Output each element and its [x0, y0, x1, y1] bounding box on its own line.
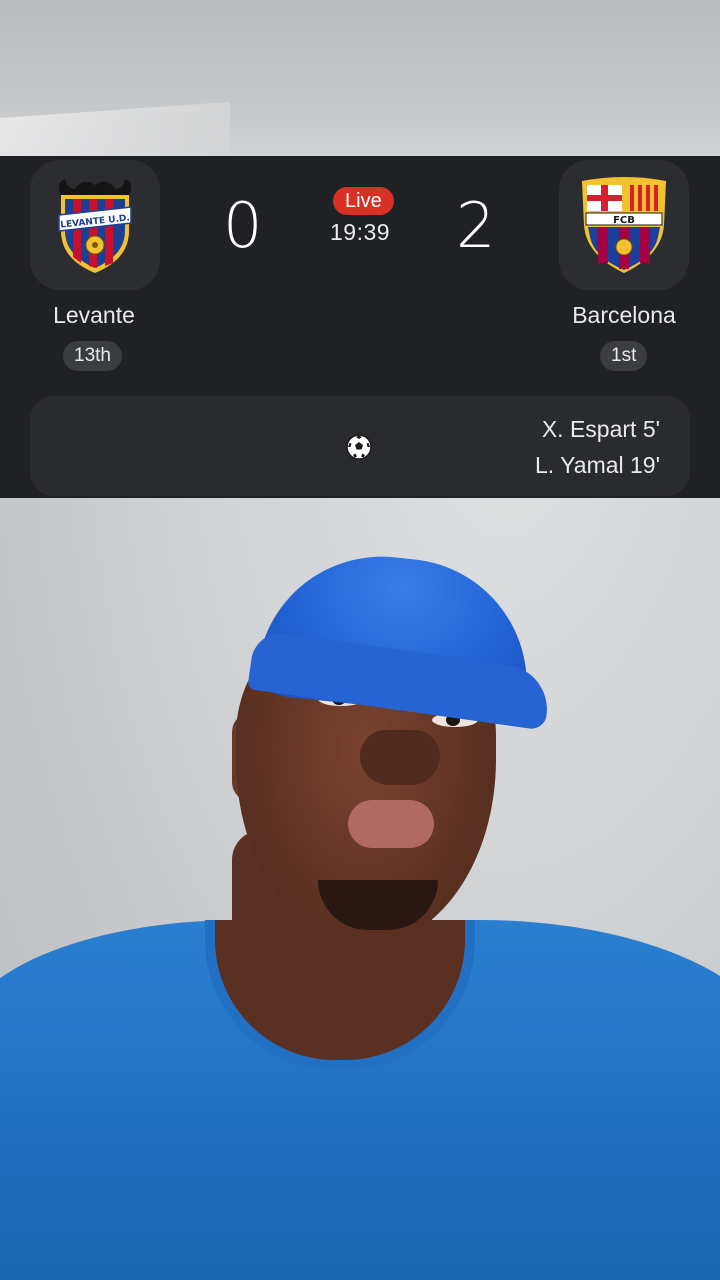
- goal-scorer: L. Yamal 19': [534, 452, 660, 478]
- barcelona-crest-text: FCB: [613, 215, 635, 226]
- away-goal-scorers: X. Espart 5' L. Yamal 19': [535, 411, 660, 483]
- levante-crest-icon: LEVANTE U.D.: [58, 179, 132, 273]
- home-team-crest[interactable]: LEVANTE U.D.: [30, 160, 160, 290]
- home-team-rank-badge: 13th: [63, 341, 122, 371]
- mouth: [348, 800, 434, 848]
- live-status-badge: Live: [333, 187, 394, 215]
- live-score-card[interactable]: LEVANTE U.D. FCB Levante Barcelona 13th …: [0, 156, 720, 498]
- away-score: 2: [456, 189, 496, 262]
- away-team-crest[interactable]: FCB: [559, 160, 689, 290]
- away-team-rank-badge: 1st: [600, 341, 648, 371]
- goal-scorer: X. Espart 5': [541, 416, 660, 442]
- soccer-ball-icon: [346, 434, 372, 460]
- goal-events-panel[interactable]: X. Espart 5' L. Yamal 19': [30, 396, 690, 496]
- nose: [360, 730, 440, 785]
- home-team-name[interactable]: Levante: [0, 302, 194, 329]
- barcelona-crest-icon: FCB: [582, 177, 666, 273]
- away-team-name[interactable]: Barcelona: [524, 302, 720, 329]
- home-score: 0: [223, 189, 263, 262]
- match-clock: 19:39: [330, 219, 391, 245]
